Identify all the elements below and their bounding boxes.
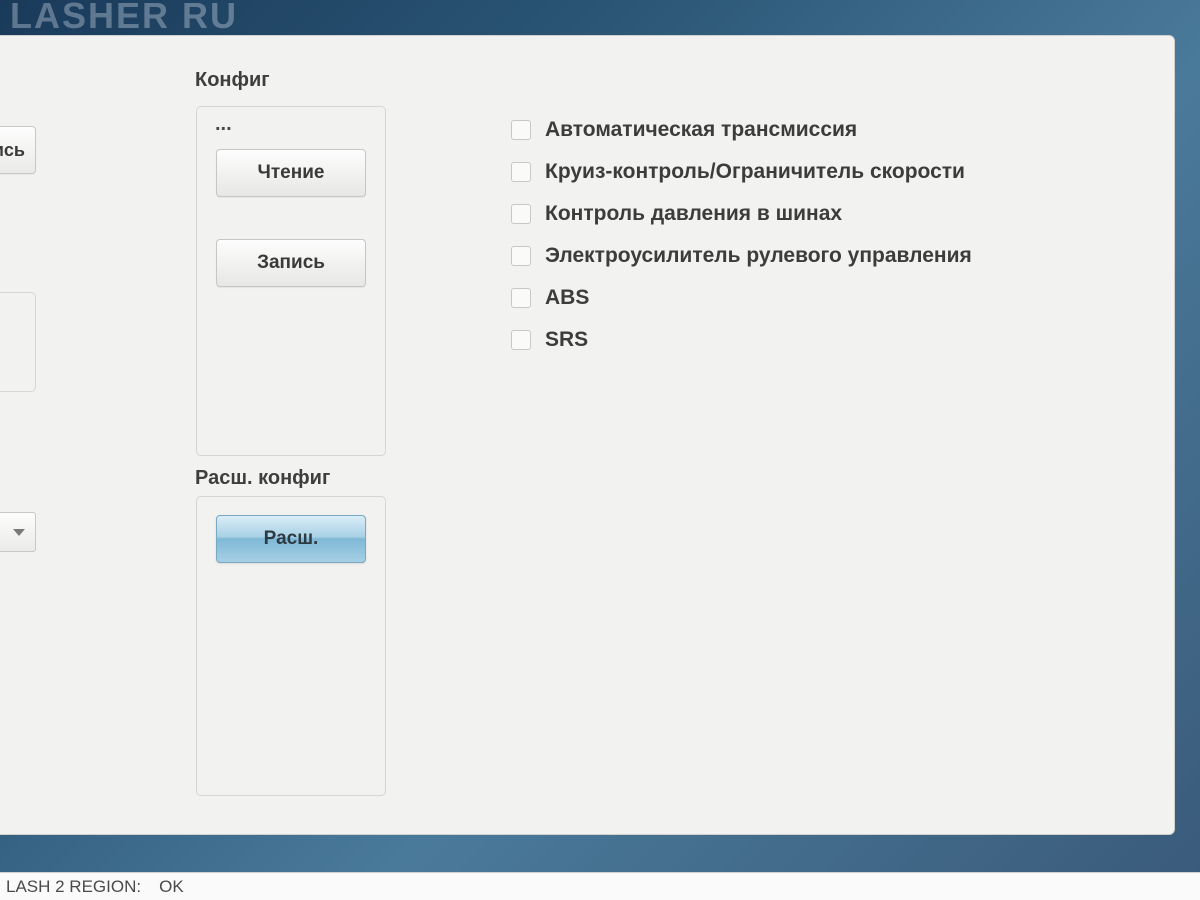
- left-edge-button-label: ись: [0, 140, 25, 161]
- left-edge-groupbox-fragment: [0, 292, 36, 392]
- config-ellipsis-label: ...: [215, 113, 232, 136]
- status-value: OK: [159, 877, 184, 897]
- option-label: Контроль давления в шинах: [545, 202, 842, 226]
- checkbox-abs[interactable]: [511, 288, 531, 308]
- ext-config-groupbox: Расш. конфиг Расш.: [196, 496, 386, 796]
- option-row-cruise-control: Круиз-контроль/Ограничитель скорости: [511, 160, 972, 184]
- option-row-srs: SRS: [511, 328, 972, 352]
- left-edge-dropdown-fragment[interactable]: [0, 512, 36, 552]
- background-title-fragment: LASHER RU: [10, 0, 238, 37]
- left-edge-button-fragment[interactable]: ись: [0, 126, 36, 174]
- status-text: LASH 2 REGION:: [6, 877, 141, 897]
- checkbox-power-steering[interactable]: [511, 246, 531, 266]
- option-label: Электроусилитель рулевого управления: [545, 244, 972, 268]
- read-button[interactable]: Чтение: [216, 149, 366, 197]
- main-panel: ись Конфиг ... Чтение Запись Расш. конфи…: [0, 35, 1175, 835]
- config-groupbox: Конфиг ... Чтение Запись: [196, 106, 386, 456]
- option-label: ABS: [545, 286, 589, 310]
- options-list: Автоматическая трансмиссия Круиз-контрол…: [511, 118, 972, 370]
- chevron-down-icon: [13, 529, 25, 536]
- option-row-abs: ABS: [511, 286, 972, 310]
- status-bar: LASH 2 REGION: OK: [0, 872, 1200, 900]
- option-row-power-steering: Электроусилитель рулевого управления: [511, 244, 972, 268]
- checkbox-cruise-control[interactable]: [511, 162, 531, 182]
- checkbox-tire-pressure[interactable]: [511, 204, 531, 224]
- option-row-auto-transmission: Автоматическая трансмиссия: [511, 118, 972, 142]
- checkbox-srs[interactable]: [511, 330, 531, 350]
- ext-config-group-label: Расш. конфиг: [189, 467, 336, 490]
- option-label: Круиз-контроль/Ограничитель скорости: [545, 160, 965, 184]
- config-group-label: Конфиг: [189, 69, 276, 92]
- ext-button[interactable]: Расш.: [216, 515, 366, 563]
- option-row-tire-pressure: Контроль давления в шинах: [511, 202, 972, 226]
- checkbox-auto-transmission[interactable]: [511, 120, 531, 140]
- option-label: SRS: [545, 328, 588, 352]
- option-label: Автоматическая трансмиссия: [545, 118, 857, 142]
- write-button[interactable]: Запись: [216, 239, 366, 287]
